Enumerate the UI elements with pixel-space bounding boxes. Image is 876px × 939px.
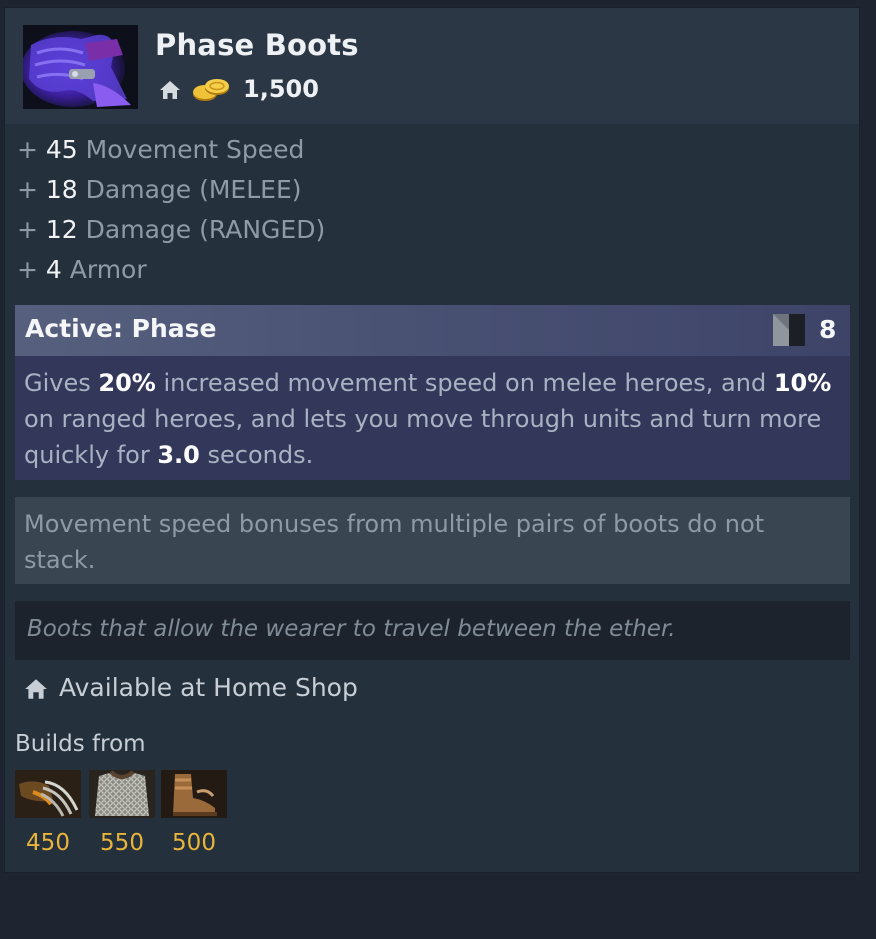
stat-value: 45	[45, 135, 78, 164]
stat-plus: +	[17, 135, 38, 164]
stat-plus: +	[17, 175, 38, 204]
desc-text: increased movement speed on melee heroes…	[155, 369, 774, 397]
active-ability: Active: Phase 8 Gives 20% increased move…	[15, 305, 850, 480]
stats-list: + 45 Movement Speed + 18 Damage (MELEE) …	[17, 132, 325, 292]
active-ability-title: Active: Phase	[25, 314, 217, 343]
cooldown-value: 8	[819, 315, 837, 344]
cooldown-icon	[773, 314, 805, 346]
stat-value: 4	[45, 255, 62, 284]
desc-value: 20%	[98, 369, 156, 397]
stat-value: 12	[45, 215, 78, 244]
component-boots-of-speed[interactable]: 500	[161, 770, 227, 856]
desc-value: 10%	[773, 369, 832, 397]
stat-movement-speed: + 45 Movement Speed	[17, 132, 325, 172]
stat-armor: + 4 Armor	[17, 252, 325, 292]
stat-damage-ranged: + 12 Damage (RANGED)	[17, 212, 325, 252]
active-ability-description: Gives 20% increased movement speed on me…	[24, 365, 839, 473]
stat-plus: +	[17, 215, 38, 244]
desc-value: 3.0	[157, 441, 200, 469]
item-cost: 1,500	[158, 74, 458, 104]
stat-plus: +	[17, 255, 38, 284]
chainmail-image	[89, 770, 155, 818]
item-tooltip: Phase Boots 1,500 + 45 Movement Speed + …	[5, 8, 859, 872]
item-note: Movement speed bonuses from multiple pai…	[15, 497, 850, 584]
stat-label: Damage (MELEE)	[85, 175, 302, 204]
gold-coins-icon	[191, 77, 231, 103]
item-note-text: Movement speed bonuses from multiple pai…	[24, 510, 765, 574]
home-icon	[158, 78, 182, 102]
item-lore: Boots that allow the wearer to travel be…	[15, 601, 850, 660]
component-blades-of-attack[interactable]: 450	[15, 770, 81, 856]
builds-from-label: Builds from	[15, 731, 146, 757]
component-price: 450	[26, 830, 70, 856]
item-cost-value: 1,500	[243, 75, 319, 103]
stat-damage-melee: + 18 Damage (MELEE)	[17, 172, 325, 212]
shop-availability-text: Available at Home Shop	[59, 673, 358, 702]
stat-label: Movement Speed	[85, 135, 305, 164]
shop-availability: Available at Home Shop	[23, 673, 523, 709]
stat-label: Armor	[69, 255, 147, 284]
desc-text: on ranged heroes, and lets you move thro…	[24, 405, 822, 469]
item-name: Phase Boots	[155, 28, 359, 62]
tooltip-header: Phase Boots 1,500	[5, 8, 859, 124]
component-price: 550	[100, 830, 144, 856]
blades-of-attack-image	[15, 770, 81, 818]
component-price: 500	[172, 830, 216, 856]
desc-text: Gives	[24, 369, 99, 397]
phase-boots-image	[23, 25, 138, 109]
stat-label: Damage (RANGED)	[85, 215, 326, 244]
desc-text: seconds.	[199, 441, 314, 469]
active-ability-header: Active: Phase 8	[15, 305, 850, 356]
home-icon	[23, 676, 49, 702]
boots-of-speed-image	[161, 770, 227, 818]
item-lore-text: Boots that allow the wearer to travel be…	[27, 616, 676, 642]
stat-value: 18	[45, 175, 78, 204]
component-chainmail[interactable]: 550	[89, 770, 155, 856]
